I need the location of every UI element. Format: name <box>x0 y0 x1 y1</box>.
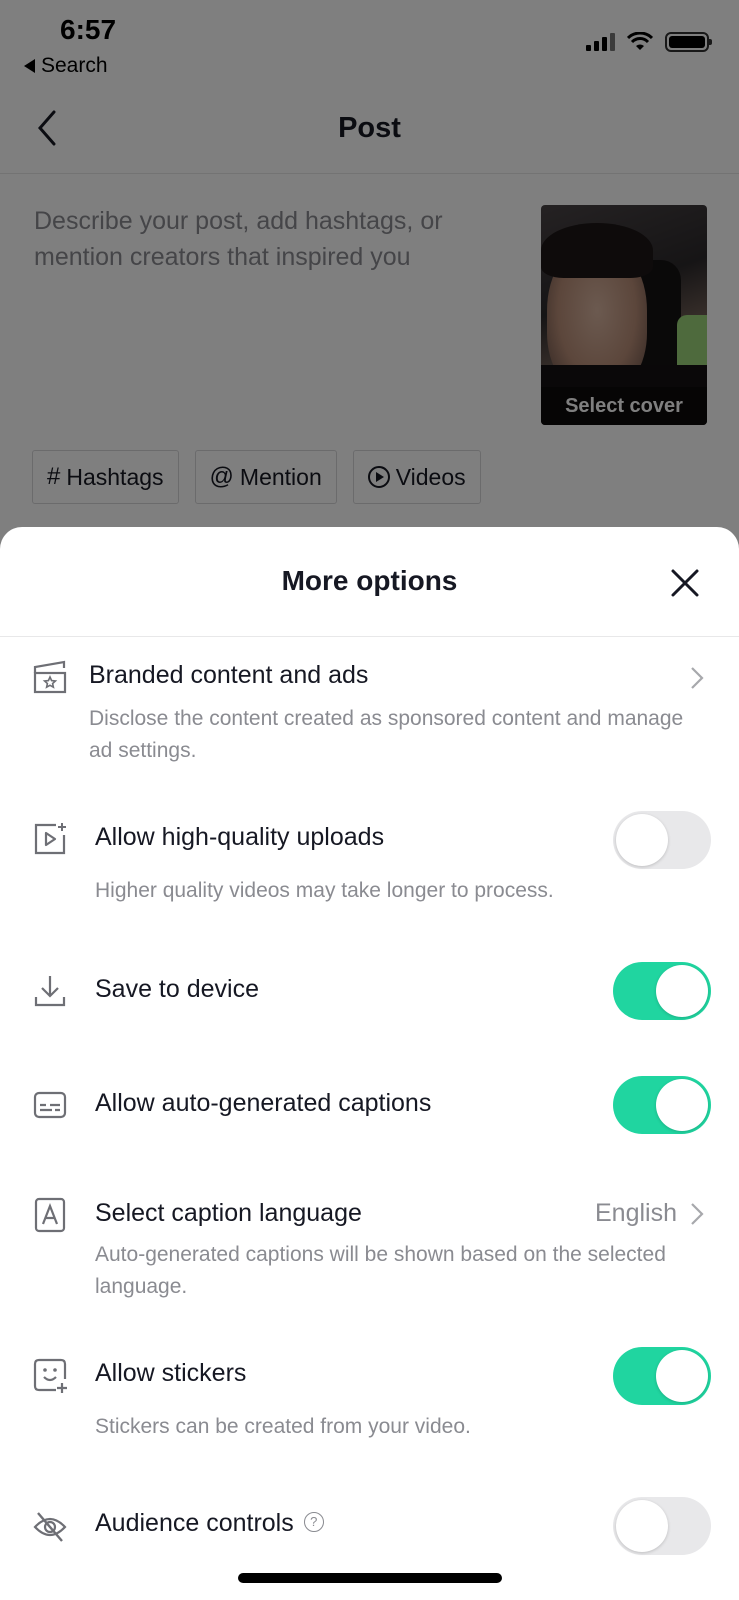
option-audience-controls: Audience controls? <box>0 1497 739 1577</box>
sheet-header: More options <box>0 527 739 637</box>
option-auto-captions: Allow auto-generated captions <box>0 1073 739 1143</box>
chevron-right-icon <box>691 1203 704 1225</box>
option-high-quality-uploads: Allow high-quality uploads Higher qualit… <box>0 807 739 917</box>
option-description: Disclose the content created as sponsore… <box>89 707 684 762</box>
eye-slash-icon <box>33 1512 67 1542</box>
video-sparkle-icon <box>34 823 66 855</box>
help-icon[interactable]: ? <box>303 1512 324 1533</box>
option-title: Save to device <box>95 975 259 1003</box>
option-save-to-device: Save to device <box>0 959 739 1029</box>
close-icon[interactable] <box>669 567 701 599</box>
sheet-title: More options <box>281 565 458 596</box>
captions-icon <box>33 1091 67 1119</box>
caption-language-value: English <box>595 1199 677 1227</box>
option-title: Allow auto-generated captions <box>95 1089 432 1117</box>
option-title: Allow stickers <box>95 1359 247 1387</box>
audience-controls-toggle[interactable] <box>613 1497 711 1555</box>
download-icon <box>34 976 66 1007</box>
option-stickers: Allow stickers Stickers can be created f… <box>0 1347 739 1457</box>
more-options-sheet: More options Branded content and ads Dis… <box>0 527 739 1600</box>
home-indicator <box>238 1573 502 1583</box>
option-title-text: Audience controls <box>95 1509 294 1537</box>
option-description: Auto-generated captions will be shown ba… <box>95 1243 666 1298</box>
stickers-toggle[interactable] <box>613 1347 711 1405</box>
option-description: Stickers can be created from your video. <box>95 1415 471 1438</box>
clapperboard-star-icon <box>33 660 67 694</box>
high-quality-uploads-toggle[interactable] <box>613 811 711 869</box>
option-branded-content[interactable]: Branded content and ads Disclose the con… <box>0 647 739 787</box>
option-title: Audience controls? <box>95 1509 324 1538</box>
sticker-add-icon <box>33 1358 67 1393</box>
option-description: Higher quality videos may take longer to… <box>95 879 554 902</box>
save-to-device-toggle[interactable] <box>613 962 711 1020</box>
option-caption-language[interactable]: Select caption language English Auto-gen… <box>0 1187 739 1307</box>
auto-captions-toggle[interactable] <box>613 1076 711 1134</box>
option-title: Branded content and ads <box>89 661 369 689</box>
chevron-right-icon <box>691 667 704 689</box>
option-title: Allow high-quality uploads <box>95 823 385 851</box>
letter-a-icon <box>34 1197 66 1233</box>
option-title: Select caption language <box>95 1199 362 1227</box>
